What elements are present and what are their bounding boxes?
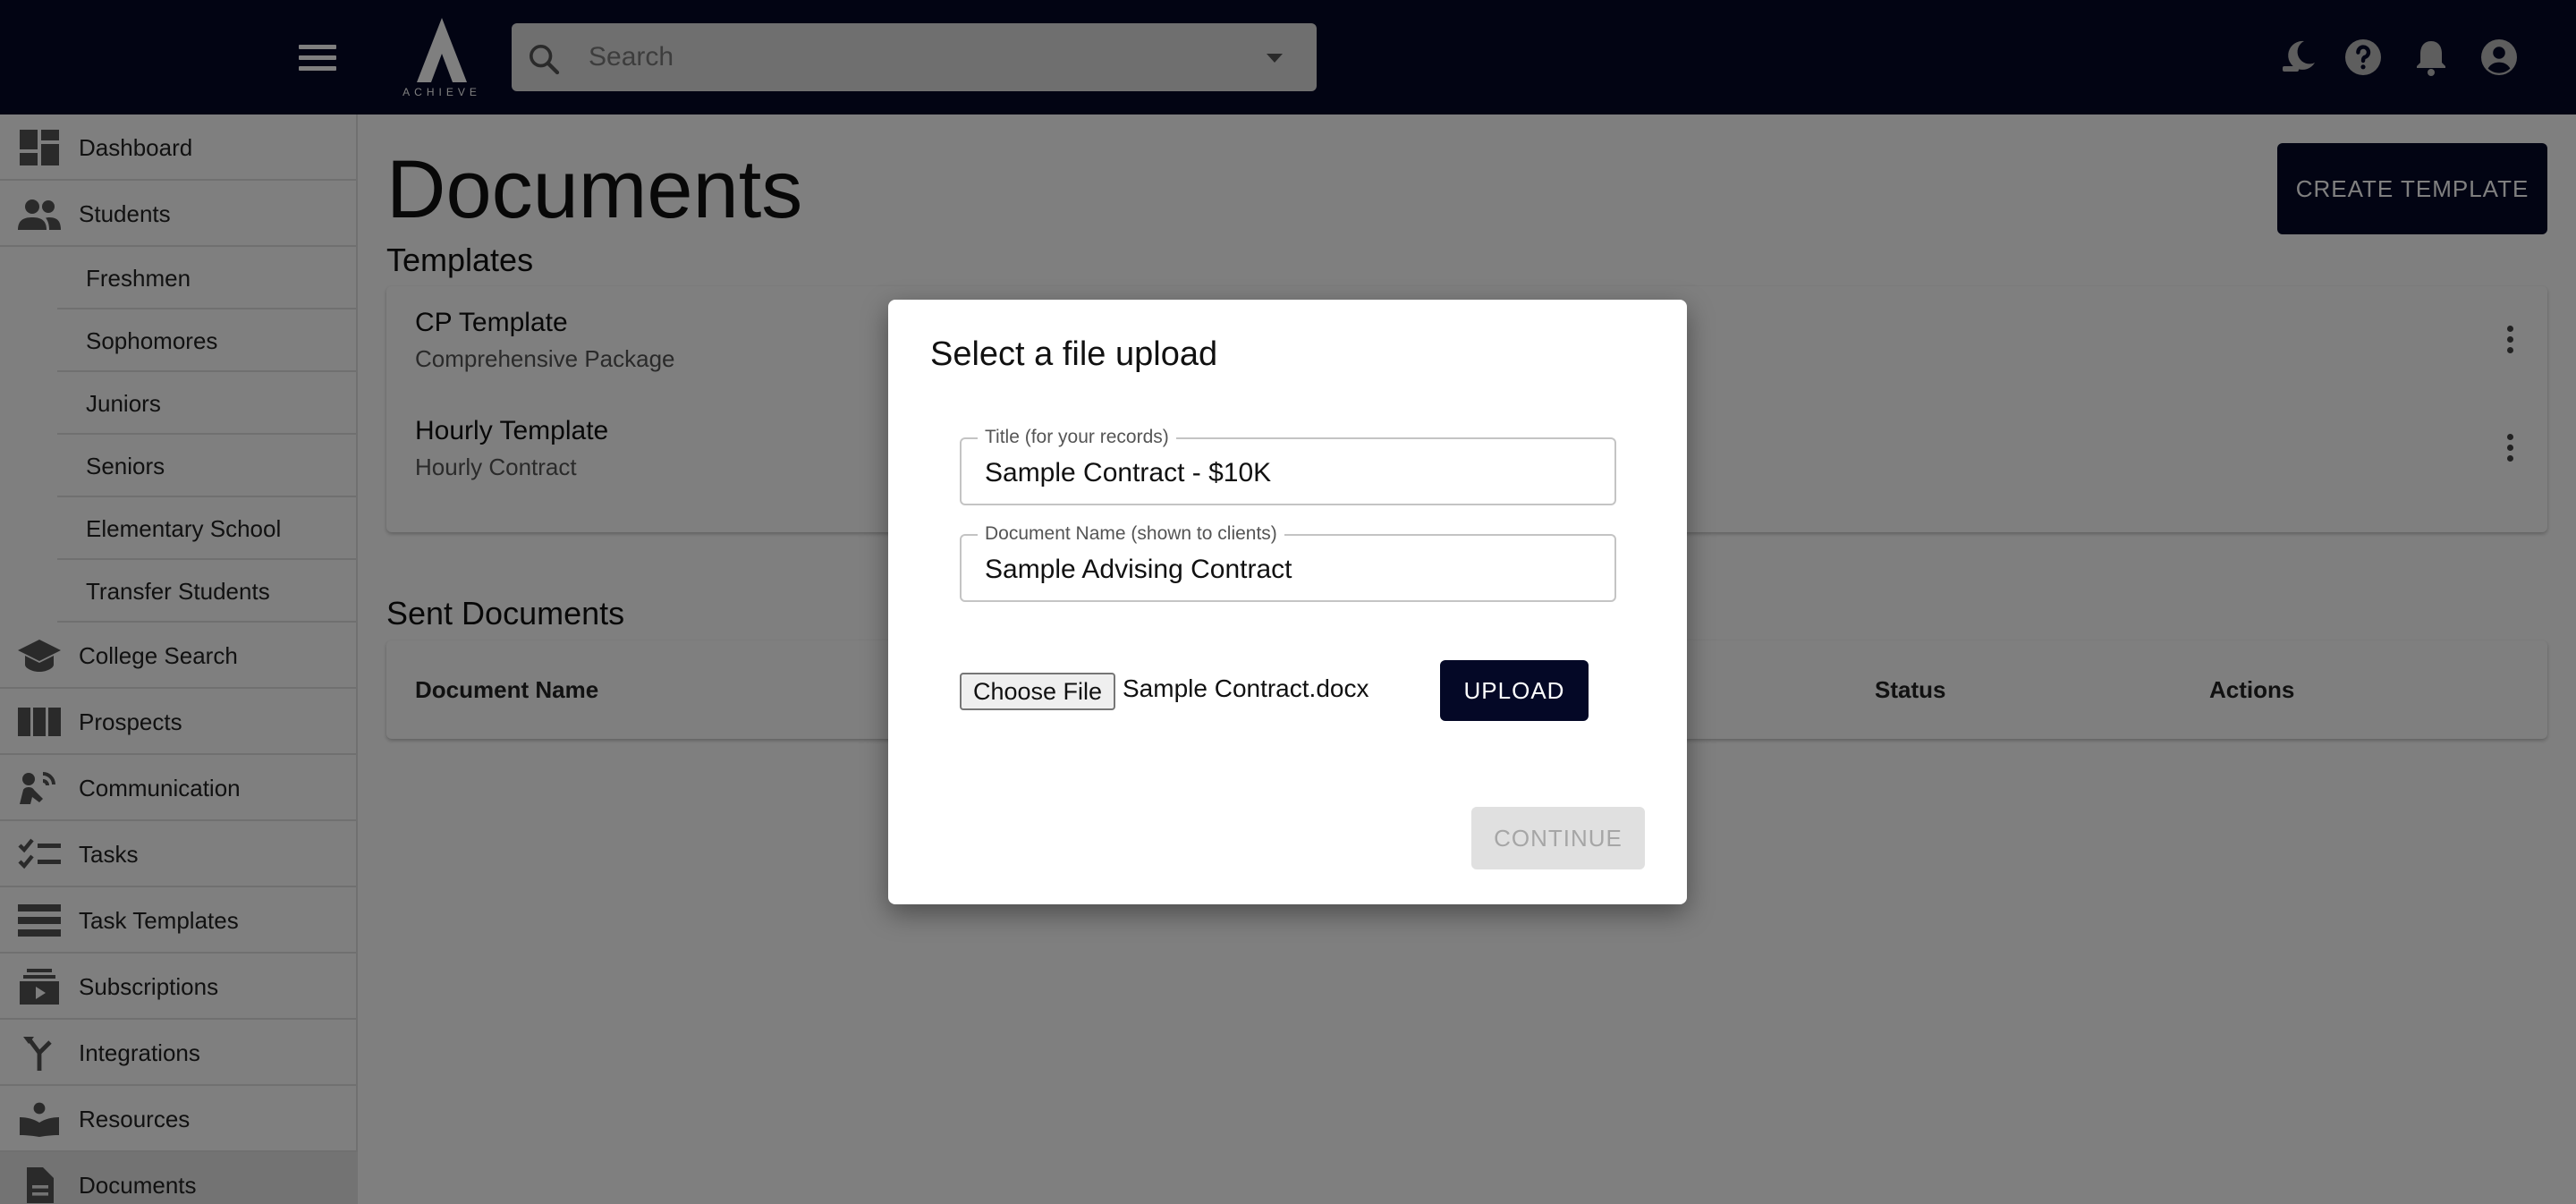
document-name-input[interactable]: [985, 552, 1593, 588]
selected-file-name: Sample Contract.docx: [1123, 674, 1369, 702]
upload-button[interactable]: UPLOAD: [1440, 660, 1589, 721]
title-input[interactable]: [985, 455, 1593, 491]
continue-button[interactable]: CONTINUE: [1471, 807, 1645, 869]
document-name-field: Document Name (shown to clients): [960, 523, 1616, 602]
dialog-title: Select a file upload: [930, 335, 1218, 373]
choose-file-button[interactable]: Choose File: [960, 673, 1115, 710]
title-field-label: Title (for your records): [978, 427, 1176, 448]
document-name-field-label: Document Name (shown to clients): [978, 523, 1284, 545]
file-upload-dialog: Select a file upload Title (for your rec…: [888, 300, 1687, 904]
title-field: Title (for your records): [960, 427, 1616, 505]
